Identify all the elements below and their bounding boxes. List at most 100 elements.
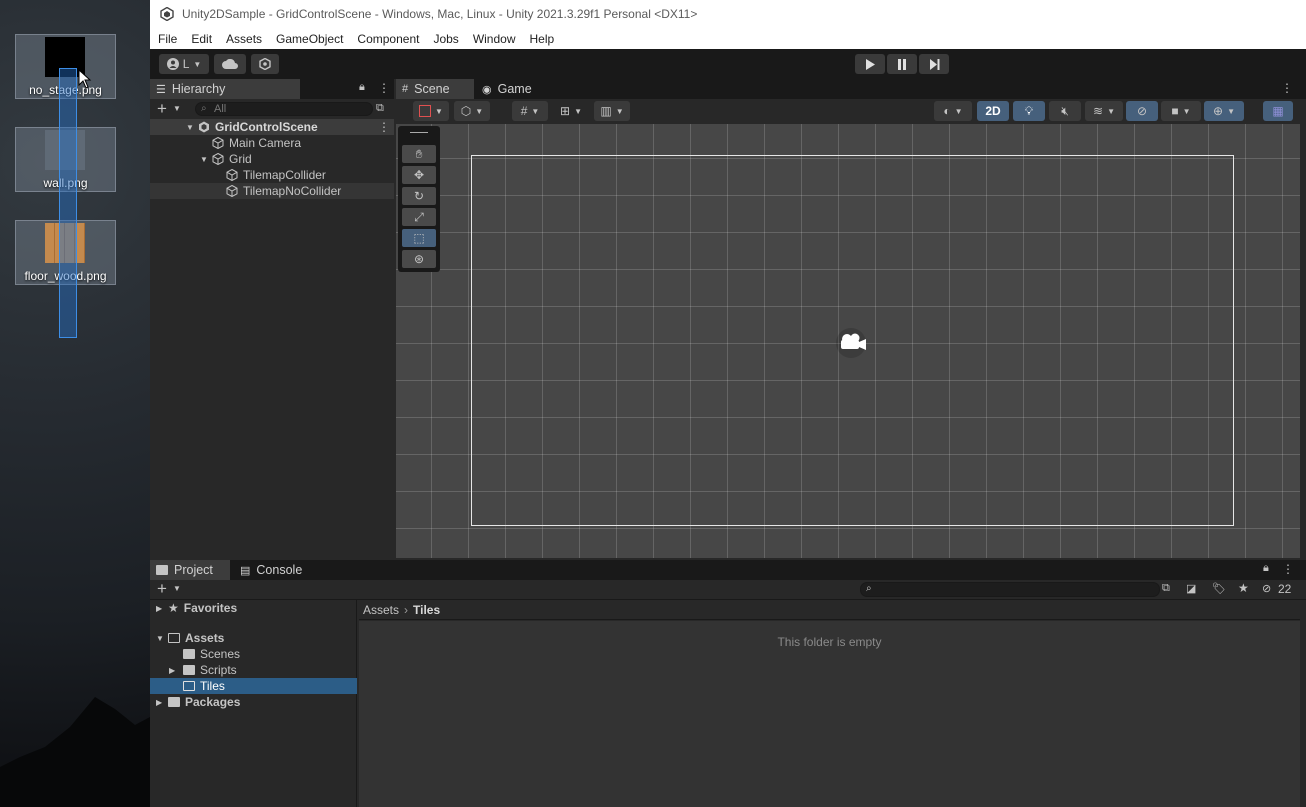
tab-game[interactable]: ◉ Game xyxy=(476,79,546,99)
add-icon[interactable]: + xyxy=(157,579,167,599)
account-label: L xyxy=(182,57,190,71)
collab-button[interactable] xyxy=(251,54,279,74)
tab-hierarchy[interactable]: ☰ Hierarchy xyxy=(150,79,300,99)
tree-item-main-camera[interactable]: Main Camera xyxy=(150,135,394,151)
audio-toggle[interactable]: 🔇︎ xyxy=(1049,101,1081,121)
menu-help[interactable]: Help xyxy=(530,32,555,46)
drag-handle[interactable] xyxy=(410,132,428,133)
scene-viewport[interactable]: ✋︎ ✥ ↻ ⤢ ⬚ ⊛ xyxy=(396,124,1300,558)
hidden-packages-eye-icon[interactable]: ⊘ xyxy=(1262,582,1271,595)
menu-edit[interactable]: Edit xyxy=(191,32,212,46)
star-icon: ★ xyxy=(168,601,179,615)
effects-dropdown[interactable]: ≋ ▼ xyxy=(1085,101,1123,121)
chevron-down-icon[interactable]: ▼ xyxy=(173,104,181,113)
gameobject-cube-icon xyxy=(226,169,238,181)
gameobject-cube-icon xyxy=(212,137,224,149)
breadcrumb-item-assets[interactable]: Assets xyxy=(363,603,399,617)
increment-snap-dropdown[interactable]: ⊞ ▼ xyxy=(553,101,589,121)
gameobject-cube-icon xyxy=(226,185,238,197)
hierarchy-panel: ☰ Hierarchy 🔒︎ ⋮ + ▼ All ⌕ ⧉ ▼ GridContr… xyxy=(150,79,394,558)
camera-settings-dropdown[interactable]: ■ ▼ xyxy=(1161,101,1201,121)
chevron-down-icon[interactable]: ▼ xyxy=(156,634,168,643)
rect-tool-button[interactable]: ⬚ xyxy=(402,229,436,247)
kebab-menu-icon[interactable]: ⋮ xyxy=(378,81,390,95)
tab-label: Hierarchy xyxy=(171,82,226,96)
search-placeholder: All xyxy=(214,103,227,115)
account-dropdown[interactable]: L ▼ xyxy=(159,54,209,74)
tree-item-scripts[interactable]: ▶ Scripts xyxy=(150,662,357,678)
lock-icon[interactable]: 🔒︎ xyxy=(1263,562,1269,575)
gizmos-dropdown[interactable]: ⊕ ▼ xyxy=(1204,101,1244,121)
menu-jobs[interactable]: Jobs xyxy=(433,32,458,46)
view-tool-button[interactable]: ✋︎ xyxy=(402,145,436,163)
tree-item-grid[interactable]: ▼ Grid xyxy=(150,151,394,167)
menu-window[interactable]: Window xyxy=(473,32,516,46)
open-folder-icon xyxy=(168,633,180,643)
transform-tool-button[interactable]: ⊛ xyxy=(402,250,436,268)
menu-file[interactable]: File xyxy=(158,32,177,46)
breadcrumb-item-tiles[interactable]: Tiles xyxy=(413,603,440,617)
favorite-star-icon[interactable]: ★ xyxy=(1238,581,1249,595)
render-mode-dropdown[interactable]: ⬡ ▼ xyxy=(454,101,490,121)
tab-project[interactable]: Project xyxy=(150,560,230,580)
project-tab-bar: Project ▤ Console 🔒︎ ⋮ xyxy=(150,560,1306,580)
overlays-button[interactable]: ▦ xyxy=(1263,101,1293,121)
cloud-button[interactable] xyxy=(214,54,246,74)
scale-tool-button[interactable]: ⤢ xyxy=(402,208,436,226)
kebab-menu-icon[interactable]: ⋮ xyxy=(1282,562,1294,576)
tree-item-tilemap-no-collider[interactable]: TilemapNoCollider xyxy=(150,183,394,199)
chevron-right-icon[interactable]: ▶ xyxy=(169,666,183,675)
chevron-right-icon[interactable]: ▶ xyxy=(156,604,168,613)
step-button[interactable] xyxy=(919,54,949,74)
chevron-down-icon[interactable]: ▼ xyxy=(200,155,212,164)
play-icon xyxy=(866,58,875,70)
play-button[interactable] xyxy=(855,54,885,74)
project-file-area[interactable]: This folder is empty xyxy=(359,621,1300,807)
hierarchy-tab-bar: ☰ Hierarchy 🔒︎ ⋮ xyxy=(150,79,394,99)
scene-toolbar: ▼ ⬡ ▼ # ▼ ⊞ ▼ ▥ ▼ ◐ ▼ 2D 💡︎ 🔇︎ ≋ ▼ ⊘ ■ ▼… xyxy=(396,99,1306,124)
menu-gameobject[interactable]: GameObject xyxy=(276,32,343,46)
hierarchy-search-input[interactable]: All ⌕ xyxy=(195,102,373,116)
tab-label: Game xyxy=(497,82,532,96)
tree-item-favorites[interactable]: ▶ ★ Favorites xyxy=(150,600,357,616)
kebab-menu-icon[interactable]: ⋮ xyxy=(378,120,390,134)
visibility-toggle[interactable]: ⊘ xyxy=(1126,101,1158,121)
menu-assets[interactable]: Assets xyxy=(226,32,262,46)
menu-component[interactable]: Component xyxy=(357,32,419,46)
project-search-input[interactable]: ⌕ xyxy=(860,582,1160,597)
tree-item-scene[interactable]: ▼ GridControlScene ⋮ xyxy=(150,119,394,135)
2d-mode-toggle[interactable]: 2D xyxy=(977,101,1009,121)
grid-snap-dropdown[interactable]: # ▼ xyxy=(512,101,548,121)
move-tool-button[interactable]: ✥ xyxy=(402,166,436,184)
tree-item-scenes[interactable]: Scenes xyxy=(150,646,357,662)
kebab-menu-icon[interactable]: ⋮ xyxy=(1281,81,1293,95)
search-options-icon[interactable]: ⧉ xyxy=(376,102,384,115)
folder-icon xyxy=(168,697,180,707)
tree-item-tiles[interactable]: Tiles xyxy=(150,678,357,694)
tree-item-tilemap-collider[interactable]: TilemapCollider xyxy=(150,167,394,183)
add-icon[interactable]: + xyxy=(157,99,167,119)
tree-item-assets[interactable]: ▼ Assets xyxy=(150,630,357,646)
chevron-down-icon: ▼ xyxy=(615,106,624,116)
rotate-tool-button[interactable]: ↻ xyxy=(402,187,436,205)
chevron-right-icon: › xyxy=(404,602,409,617)
tab-console[interactable]: ▤ Console xyxy=(234,560,314,580)
ruler-dropdown[interactable]: ▥ ▼ xyxy=(594,101,630,121)
search-by-type-icon[interactable]: ⧉ xyxy=(1162,582,1170,595)
chevron-down-icon[interactable]: ▼ xyxy=(186,123,198,132)
filter-by-type-icon[interactable]: ◪ xyxy=(1186,582,1196,595)
label-tag-icon[interactable]: 🏷︎ xyxy=(1212,582,1226,595)
lighting-mode-dropdown[interactable]: ◐ ▼ xyxy=(934,101,972,121)
chevron-down-icon: ▼ xyxy=(1182,106,1191,116)
camera-gizmo-icon[interactable] xyxy=(836,326,870,360)
pause-button[interactable] xyxy=(887,54,917,74)
chevron-down-icon[interactable]: ▼ xyxy=(173,584,181,593)
lock-icon[interactable]: 🔒︎ xyxy=(359,81,365,94)
tree-item-label: Grid xyxy=(229,152,252,166)
tree-item-packages[interactable]: ▶ Packages xyxy=(150,694,357,710)
tree-item-label: Packages xyxy=(185,695,241,709)
chevron-right-icon[interactable]: ▶ xyxy=(156,698,168,707)
lighting-toggle[interactable]: 💡︎ xyxy=(1013,101,1045,121)
tab-scene[interactable]: # Scene xyxy=(396,79,474,99)
draw-mode-dropdown[interactable]: ▼ xyxy=(413,101,449,121)
